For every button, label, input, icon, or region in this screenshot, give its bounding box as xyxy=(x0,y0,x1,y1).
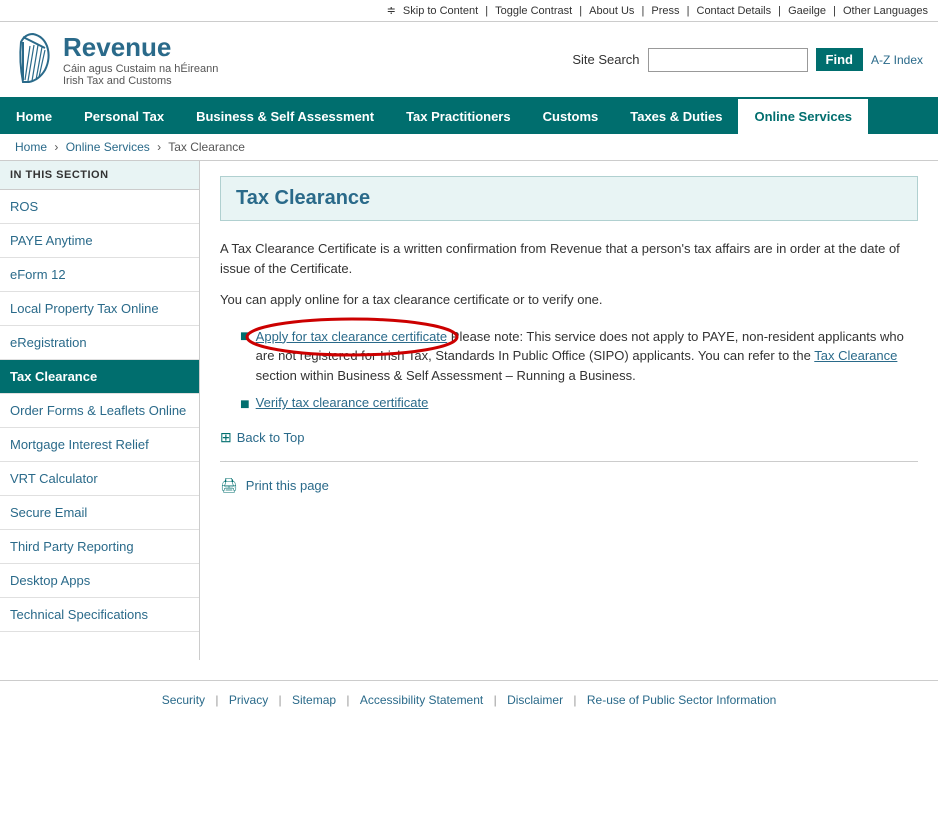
nav-taxes-duties[interactable]: Taxes & Duties xyxy=(614,99,738,134)
find-button[interactable]: Find xyxy=(816,48,863,71)
nav-personal-tax[interactable]: Personal Tax xyxy=(68,99,180,134)
sidebar-header: IN THIS SECTION xyxy=(0,161,199,190)
link-item-verify: ■ Verify tax clearance certificate xyxy=(240,390,918,419)
az-index-link[interactable]: A-Z Index xyxy=(871,53,923,67)
footer-privacy-link[interactable]: Privacy xyxy=(229,693,268,707)
back-to-top: ⊞ Back to Top xyxy=(220,429,918,446)
link-item-apply: ■ Apply for tax clearance certificate Pl… xyxy=(240,322,918,391)
back-to-top-icon: ⊞ xyxy=(220,429,232,446)
sidebar-item-third-party[interactable]: Third Party Reporting xyxy=(0,530,199,564)
skip-to-content-link[interactable]: Skip to Content xyxy=(403,5,478,17)
search-area: Site Search Find A-Z Index xyxy=(572,48,923,72)
sidebar-item-tax-clearance[interactable]: Tax Clearance xyxy=(0,360,199,394)
search-input[interactable] xyxy=(648,48,808,72)
sidebar-item-technical[interactable]: Technical Specifications xyxy=(0,598,199,632)
logo-revenue: Revenue xyxy=(63,32,218,63)
main-layout: IN THIS SECTION ROS PAYE Anytime eForm 1… xyxy=(0,160,938,660)
revenue-harp-icon xyxy=(15,32,53,87)
logo-subtitle-english: Irish Tax and Customs xyxy=(63,75,218,87)
nav-business[interactable]: Business & Self Assessment xyxy=(180,99,390,134)
content-para2: You can apply online for a tax clearance… xyxy=(220,290,918,310)
page-title-box: Tax Clearance xyxy=(220,176,918,221)
back-to-top-link[interactable]: Back to Top xyxy=(237,430,305,445)
tax-clearance-section-link[interactable]: Tax Clearance xyxy=(814,348,897,363)
top-bar: ≑ Skip to Content | Toggle Contrast | Ab… xyxy=(0,0,938,22)
link-list: ■ Apply for tax clearance certificate Pl… xyxy=(240,322,918,420)
bullet-icon: ■ xyxy=(240,327,250,346)
print-icon: 🖨 xyxy=(220,477,238,494)
press-link[interactable]: Press xyxy=(651,5,679,17)
footer-reuse-link[interactable]: Re-use of Public Sector Information xyxy=(587,693,776,707)
logo-area: Revenue Cáin agus Custaim na hÉireann Ir… xyxy=(15,32,218,87)
skip-icon: ≑ xyxy=(387,5,396,17)
nav-online-services[interactable]: Online Services xyxy=(738,99,868,134)
apply-tax-clearance-link[interactable]: Apply for tax clearance certificate xyxy=(256,329,447,344)
breadcrumb: Home › Online Services › Tax Clearance xyxy=(0,134,938,160)
content-area: Tax Clearance A Tax Clearance Certificat… xyxy=(200,161,938,660)
nav-home[interactable]: Home xyxy=(0,99,68,134)
nav-customs[interactable]: Customs xyxy=(527,99,615,134)
footer-disclaimer-link[interactable]: Disclaimer xyxy=(507,693,563,707)
breadcrumb-online-services[interactable]: Online Services xyxy=(66,140,150,154)
footer-accessibility-link[interactable]: Accessibility Statement xyxy=(360,693,483,707)
content-para1: A Tax Clearance Certificate is a written… xyxy=(220,239,918,278)
sidebar-item-eregistration[interactable]: eRegistration xyxy=(0,326,199,360)
divider xyxy=(220,461,918,462)
sidebar-item-desktop-apps[interactable]: Desktop Apps xyxy=(0,564,199,598)
sidebar-item-order-forms[interactable]: Order Forms & Leaflets Online xyxy=(0,394,199,428)
sidebar-item-vrt[interactable]: VRT Calculator xyxy=(0,462,199,496)
other-languages-link[interactable]: Other Languages xyxy=(843,5,928,17)
main-nav: Home Personal Tax Business & Self Assess… xyxy=(0,99,938,134)
contact-details-link[interactable]: Contact Details xyxy=(697,5,772,17)
footer-sitemap-link[interactable]: Sitemap xyxy=(292,693,336,707)
sidebar: IN THIS SECTION ROS PAYE Anytime eForm 1… xyxy=(0,161,200,660)
search-label: Site Search xyxy=(572,52,639,67)
sidebar-item-paye-anytime[interactable]: PAYE Anytime xyxy=(0,224,199,258)
breadcrumb-current: Tax Clearance xyxy=(168,140,245,154)
sidebar-item-secure-email[interactable]: Secure Email xyxy=(0,496,199,530)
toggle-contrast-link[interactable]: Toggle Contrast xyxy=(495,5,572,17)
verify-tax-clearance-link[interactable]: Verify tax clearance certificate xyxy=(256,395,429,410)
footer-security-link[interactable]: Security xyxy=(162,693,205,707)
print-page-link[interactable]: Print this page xyxy=(246,478,329,493)
sidebar-item-ros[interactable]: ROS xyxy=(0,190,199,224)
sidebar-item-mortgage[interactable]: Mortgage Interest Relief xyxy=(0,428,199,462)
print-section: 🖨 Print this page xyxy=(220,477,918,494)
apply-link-note2: section within Business & Self Assessmen… xyxy=(256,368,636,383)
sidebar-item-local-property-tax[interactable]: Local Property Tax Online xyxy=(0,292,199,326)
about-us-link[interactable]: About Us xyxy=(589,5,634,17)
logo-subtitle-irish: Cáin agus Custaim na hÉireann xyxy=(63,63,218,75)
apply-link-content: Apply for tax clearance certificate Plea… xyxy=(256,327,918,386)
footer: Security | Privacy | Sitemap | Accessibi… xyxy=(0,680,938,719)
page-title: Tax Clearance xyxy=(236,187,902,210)
nav-tax-practitioners[interactable]: Tax Practitioners xyxy=(390,99,527,134)
sidebar-item-eform12[interactable]: eForm 12 xyxy=(0,258,199,292)
header: Revenue Cáin agus Custaim na hÉireann Ir… xyxy=(0,22,938,99)
bullet-icon-2: ■ xyxy=(240,395,250,414)
logo-text: Revenue Cáin agus Custaim na hÉireann Ir… xyxy=(63,32,218,87)
gaeilge-link[interactable]: Gaeilge xyxy=(788,5,826,17)
breadcrumb-home[interactable]: Home xyxy=(15,140,47,154)
